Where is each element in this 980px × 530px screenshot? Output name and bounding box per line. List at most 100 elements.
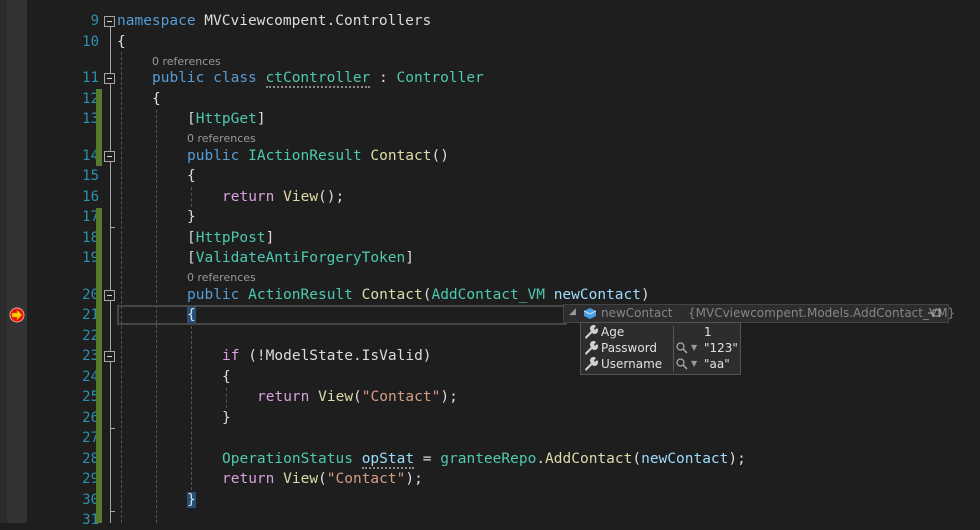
string-literal: "Contact" [326,471,406,487]
method-call: View [283,189,319,205]
punctuation: ); [440,389,458,405]
keyword: return [257,389,310,405]
codelens-references[interactable]: 0 references [187,271,256,285]
collapse-toggle[interactable] [104,16,115,27]
paren: ( [632,451,642,467]
param-type: AddContact_VM [431,287,545,303]
datatip-variable-value[interactable]: {MVCviewcompent.Models.AddContact_VM} [688,306,955,320]
namespace-name: MVCviewcompent.Controllers [195,13,432,29]
param-name: newContact [553,287,642,303]
bracket: [ [187,250,196,266]
type-name: OperationStatus [222,451,353,467]
field-name: granteeRepo [440,451,537,467]
property-value[interactable]: "123" [704,340,738,356]
line-number: 22 [82,328,99,344]
outline-tick [110,227,115,228]
breakpoint-current-instruction-icon[interactable] [9,307,25,323]
code-line-29[interactable]: return View("Contact"); [222,469,423,489]
code-line-11[interactable]: public class ctController : Controller [152,68,484,88]
line-number: 15 [82,168,99,184]
codelens-references[interactable]: 0 references [152,55,221,69]
keyword: namespace [117,13,196,29]
method-name: Contact [361,287,423,303]
collapse-triangle-icon[interactable]: ◢ [569,307,576,317]
keyword: if [222,348,240,364]
line-number: 28 [82,451,99,467]
code-line-15[interactable]: { [187,166,196,186]
datatip-variable-name: newContact [601,306,673,320]
collapse-toggle[interactable] [104,151,115,162]
bracket: [ [187,111,196,127]
wrench-icon [585,325,598,339]
brace-match-highlight: { [187,307,196,323]
method-name: Contact [370,148,432,164]
datatip-row[interactable]: Age 1 [581,324,740,340]
property-value[interactable]: 1 [704,324,712,340]
code-line-19[interactable]: [ValidateAntiForgeryToken] [187,248,414,268]
code-line-18[interactable]: [HttpPost] [187,228,274,248]
magnifier-icon[interactable] [676,342,688,354]
datatip-row[interactable]: Username ▼ "aa" [581,356,740,372]
line-number: 11 [82,70,99,86]
code-line-10[interactable]: { [117,32,126,52]
line-number: 24 [82,369,99,385]
brace: } [187,209,196,225]
line-number: 14 [82,148,99,164]
code-line-12[interactable]: { [152,89,161,109]
brace: { [152,91,161,107]
method-call: View [283,471,319,487]
change-marker [96,208,102,523]
class-name: ctController [265,70,371,88]
line-number: 27 [82,430,99,446]
string-literal: "Contact" [361,389,441,405]
property-name: Password [601,341,658,355]
attribute: ValidateAntiForgeryToken [195,250,406,266]
code-line-21[interactable]: { [187,305,196,325]
property-name: Username [601,357,663,371]
line-number: 19 [82,250,99,266]
code-line-13[interactable]: [HttpGet] [187,109,266,129]
keyword: public [187,287,240,303]
line-number: 9 [90,13,99,29]
visualizer-dropdown-icon[interactable]: ▼ [691,340,697,356]
brace: } [222,410,231,426]
glyph-margin[interactable] [7,0,27,523]
bracket: [ [187,230,196,246]
datatip-header[interactable]: ◢ newContact {MVCviewcompent.Models.AddC… [563,304,955,323]
outline-line [110,26,111,523]
parens: () [431,148,449,164]
code-line-23[interactable]: if (!ModelState.IsValid) [222,346,432,366]
collapse-toggle[interactable] [104,290,115,301]
pin-icon[interactable] [928,309,942,318]
code-line-14[interactable]: public IActionResult Contact() [187,146,449,166]
visualizer-dropdown-icon[interactable]: ▼ [691,356,697,372]
keyword: public [152,70,205,86]
indent-guide [121,52,122,523]
outline-tick [110,511,115,512]
code-line-20[interactable]: public ActionResult Contact(AddContact_V… [187,285,650,305]
code-line-9[interactable]: namespace MVCviewcompent.Controllers [117,11,431,31]
bracket: ] [405,250,414,266]
line-number: 25 [82,389,99,405]
indent-guide [191,187,192,207]
magnifier-icon[interactable] [676,358,688,370]
line-number: 20 [82,287,99,303]
datatip-row[interactable]: Password ▼ "123" [581,340,740,356]
line-number: 16 [82,189,99,205]
collapse-toggle[interactable] [104,73,115,84]
code-line-25[interactable]: return View("Contact"); [257,387,458,407]
codelens-references[interactable]: 0 references [187,132,256,146]
code-line-26[interactable]: } [222,408,231,428]
code-line-28[interactable]: OperationStatus opStat = granteeRepo.Add… [222,449,746,469]
line-number: 21 [82,307,99,323]
property-name: Age [601,325,625,339]
code-line-24[interactable]: { [222,367,231,387]
code-line-30[interactable]: } [187,490,196,510]
property-value[interactable]: "aa" [704,356,730,372]
code-line-17[interactable]: } [187,207,196,227]
keyword: return [222,189,275,205]
code-line-16[interactable]: return View(); [222,187,344,207]
collapse-toggle[interactable] [104,351,115,362]
line-number: 18 [82,230,99,246]
method-call: View [318,389,354,405]
